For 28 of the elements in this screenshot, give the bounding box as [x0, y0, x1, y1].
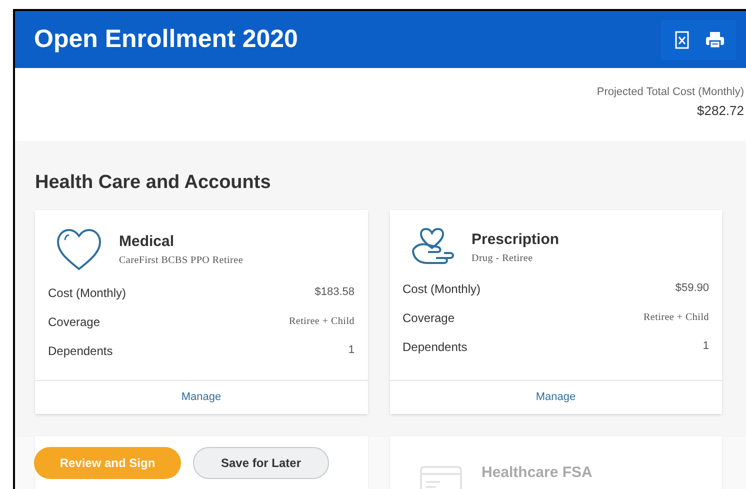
page-title: Open Enrollment 2020: [34, 24, 298, 55]
card-subtitle: CareFirst BCBS PPO Retiree: [119, 254, 244, 268]
card-title: Healthcare FSA: [482, 462, 592, 482]
field-label: Cost (Monthly): [402, 280, 481, 298]
card-title: Medical: [119, 232, 176, 252]
manage-link[interactable]: Manage: [536, 388, 576, 406]
summary-label: Projected Total Cost (Monthly): [596, 85, 744, 100]
card-title: Prescription: [472, 230, 560, 250]
field-label: Cost (Monthly): [48, 284, 126, 302]
field-value: $59.90: [675, 281, 709, 296]
field-value: Retiree + Child: [289, 315, 354, 329]
field-label: Dependents: [402, 338, 468, 356]
manage-link[interactable]: Manage: [181, 388, 222, 406]
field-value: 1: [702, 339, 709, 354]
save-later-button[interactable]: Save for Later: [193, 447, 329, 479]
summary-value: $282.72: [697, 102, 744, 120]
excel-export-icon[interactable]: [674, 30, 690, 48]
field-label: Coverage: [48, 314, 100, 330]
field-value: Retiree + Child: [644, 311, 709, 325]
field-label: Dependents: [48, 342, 113, 360]
field-label: Coverage: [402, 310, 455, 326]
card-icon: [420, 466, 462, 489]
section-heading: Health Care and Accounts: [35, 171, 272, 195]
print-icon[interactable]: [705, 30, 725, 48]
card-subtitle: Drug - Retiree: [472, 252, 534, 266]
field-value: $183.58: [314, 285, 354, 300]
field-value: 1: [348, 343, 354, 358]
heart-icon: [55, 228, 103, 272]
